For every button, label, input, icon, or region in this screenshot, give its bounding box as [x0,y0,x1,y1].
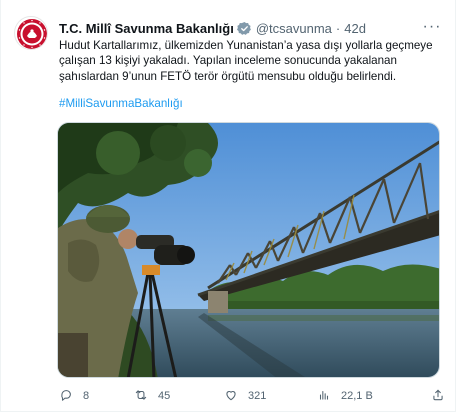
retweet-icon [134,388,148,405]
reply-count: 8 [83,390,90,402]
tweet-actions: 8 45 321 22,1 B [59,387,445,405]
reply-button[interactable]: 8 [59,388,134,405]
bridge-soldier-photo [58,123,439,377]
retweet-count: 45 [158,390,171,402]
reply-icon [59,388,73,405]
tweet-text: Hudut Kartallarımız, ülkemizden Yunanist… [59,39,433,83]
heart-icon [224,388,238,405]
share-icon [431,388,445,405]
tweet-timestamp[interactable]: 42d [344,21,366,36]
tweet-photo[interactable] [57,122,440,378]
views-count: 22,1 B [341,390,373,402]
share-button[interactable] [431,388,445,405]
views-chart-icon [317,388,331,405]
tweet-header: T.C. Millî Savunma Bakanlığı @tcsavunma … [59,18,443,38]
hashtag-link[interactable]: #MilliSavunmaBakanlığı [59,97,183,110]
like-count: 321 [248,390,267,402]
ministry-emblem-icon [17,19,47,49]
views-button[interactable]: 22,1 B [317,388,417,405]
separator-dot: · [335,20,341,36]
more-icon[interactable]: ··· [421,18,443,36]
author-name[interactable]: T.C. Millî Savunma Bakanlığı [59,21,234,36]
like-button[interactable]: 321 [224,388,317,405]
tweet-card[interactable]: T.C. Millî Savunma Bakanlığı @tcsavunma … [0,0,456,412]
author-handle[interactable]: @tcsavunma [256,21,332,36]
verified-badge-icon [236,21,252,36]
retweet-button[interactable]: 45 [134,388,224,405]
avatar[interactable] [14,16,48,50]
